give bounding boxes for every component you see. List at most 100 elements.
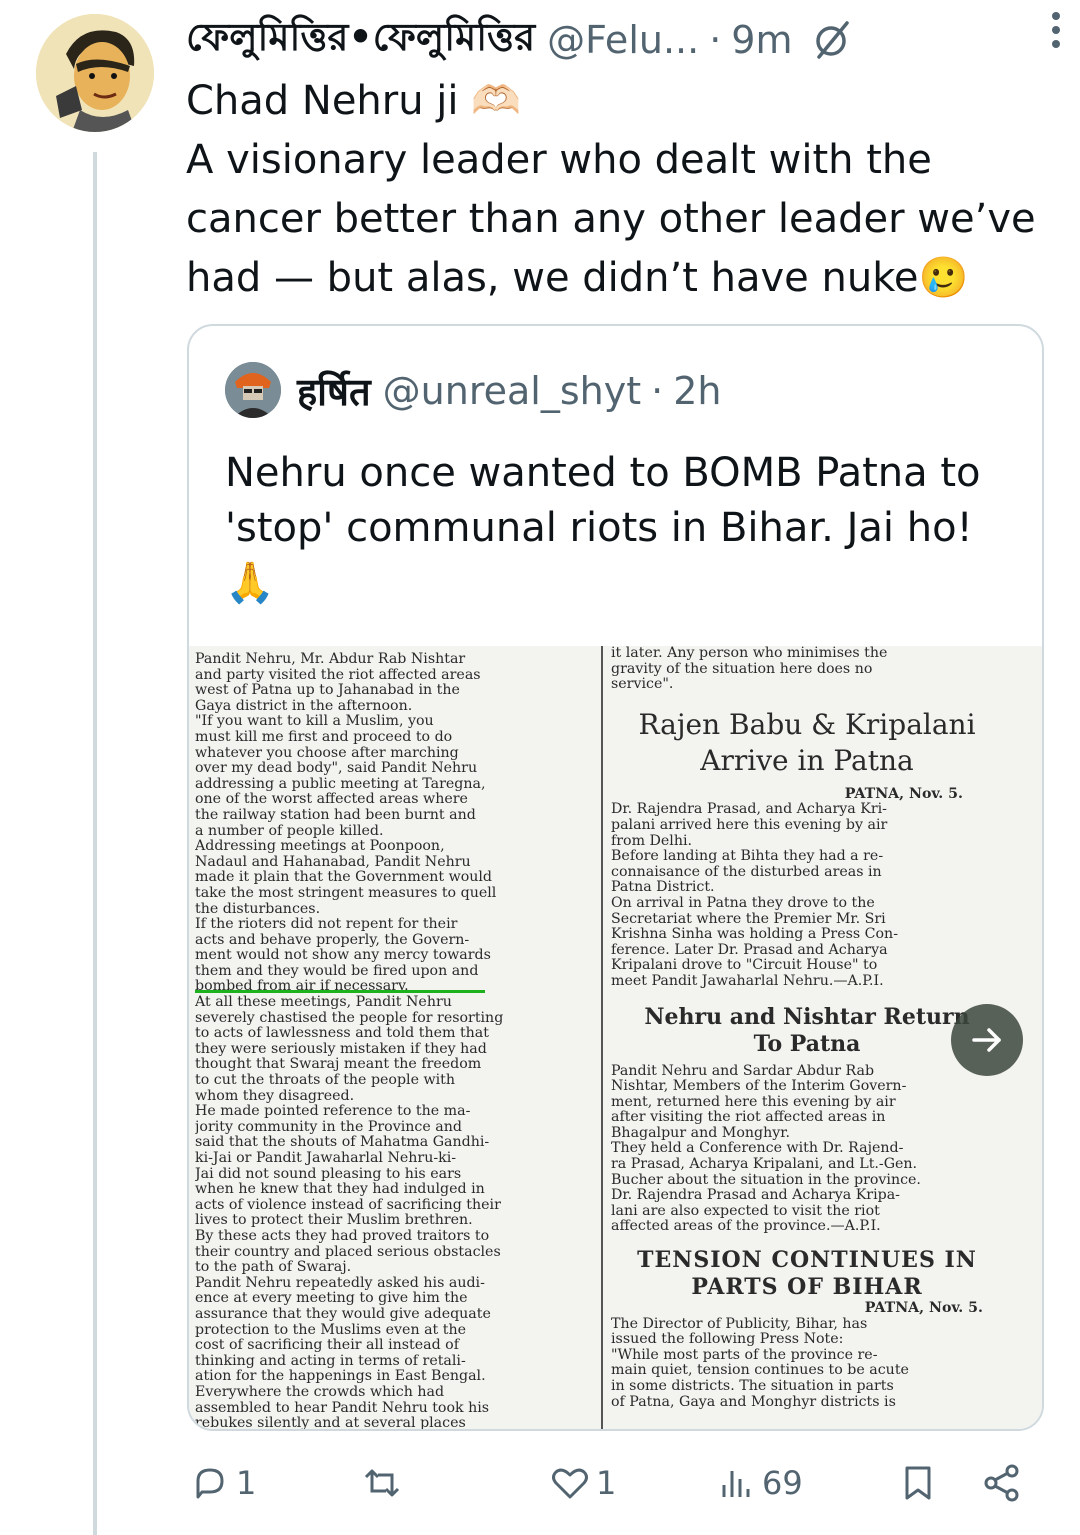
quoted-timestamp[interactable]: 2h <box>673 369 721 413</box>
newspaper-line: severely chastised the people for resort… <box>195 1010 504 1026</box>
quoted-line: 🙏 <box>225 560 275 606</box>
newspaper-line: ence at every meeting to give him the <box>195 1291 468 1307</box>
bookmark-button[interactable] <box>898 1458 938 1508</box>
share-button[interactable] <box>982 1458 1022 1508</box>
newspaper-line: Jai did not sound pleasing to his ears <box>195 1166 462 1182</box>
repost-icon <box>364 1469 400 1497</box>
newspaper-line: Nadaul and Hahanabad, Pandit Nehru <box>195 854 471 870</box>
newspaper-line: Dr. Rajendra Prasad, and Acharya Kri- <box>611 802 887 818</box>
newspaper-line: Pandit Nehru repeatedly asked his audi- <box>195 1275 485 1291</box>
like-count: 1 <box>596 1464 617 1502</box>
newspaper-line: take the most stringent measures to quel… <box>195 885 497 901</box>
newspaper-line: after visiting the riot affected areas i… <box>611 1110 886 1126</box>
newspaper-line: ation for the happenings in East Bengal. <box>195 1369 486 1385</box>
story-tension: The Director of Publicity, Bihar, has iss… <box>611 1317 1003 1411</box>
views-button[interactable]: 69 <box>716 1458 803 1508</box>
newspaper-line: it later. Any person who minimises the <box>611 646 888 661</box>
newspaper-line: Everywhere the crowds which had <box>195 1384 445 1400</box>
newspaper-line: issued the following Press Note: <box>611 1332 844 1348</box>
author-handle[interactable]: @Felu... <box>547 18 699 62</box>
newspaper-line: By these acts they had proved traitors t… <box>195 1228 490 1244</box>
newspaper-line: addressing a public meeting at Taregna, <box>195 776 486 792</box>
headline-rajen-babu: Rajen Babu & Kripalani <box>638 707 976 741</box>
reply-icon <box>196 1468 224 1499</box>
newspaper-line: them and they would be fired upon and <box>195 963 479 979</box>
newspaper-line: west of Patna up to Jahanabad in the <box>195 683 460 699</box>
newspaper-line: Kripalani drove to "Circuit House" to <box>611 958 878 974</box>
headline-nehru-nishtar-2: To Patna <box>753 1030 861 1057</box>
quoted-display-name[interactable]: हर्षित <box>297 365 371 417</box>
author-avatar[interactable] <box>36 14 154 132</box>
repost-button[interactable] <box>362 1458 408 1508</box>
newspaper-line: Bucher about the situation in the provin… <box>611 1172 921 1188</box>
newspaper-clipping-image[interactable]: Pandit Nehru, Mr. Abdur Rab Nishtar and p… <box>189 646 1042 1431</box>
newspaper-line: acts and behave properly, the Govern- <box>195 932 470 948</box>
highlight-underline <box>195 990 485 993</box>
separator-dot: · <box>709 18 722 62</box>
newspaper-line: one of the worst affected areas where <box>195 792 468 808</box>
next-image-button[interactable] <box>951 1004 1023 1076</box>
newspaper-line: meet Pandit Jawaharlal Nehru.—A.P.I. <box>611 973 884 989</box>
separator-dot: · <box>651 369 664 413</box>
reply-button[interactable]: 1 <box>190 1458 256 1508</box>
grok-icon[interactable] <box>811 19 853 61</box>
story-rajen-babu: Dr. Rajendra Prasad, and Acharya Kri-pal… <box>611 802 1003 989</box>
analytics-icon <box>722 1471 750 1497</box>
newspaper-line: Patna District. <box>611 880 715 896</box>
story-nehru-nishtar: Pandit Nehru and Sardar Abdur Rab Nishtar… <box>611 1064 1003 1236</box>
newspaper-line: said that the shouts of Mahatma Gandhi- <box>195 1135 490 1151</box>
newspaper-line: their country and placed serious obstacl… <box>195 1244 501 1260</box>
quoted-line: Nehru once wanted to BOMB Patna to <box>225 450 981 496</box>
newspaper-line: ference. Later Dr. Prasad and Acharya <box>611 942 888 958</box>
newspaper-line: Secretariat where the Premier Mr. Sri <box>611 911 886 927</box>
newspaper-line: They held a Conference with Dr. Rajend- <box>611 1141 904 1157</box>
quoted-line: 'stop' communal riots in Bihar. Jai ho! <box>225 505 973 551</box>
newspaper-line: ment would not show any mercy towards <box>195 948 491 964</box>
newspaper-line: The Director of Publicity, Bihar, has <box>611 1316 868 1332</box>
thread-connector-line <box>93 152 97 1535</box>
newspaper-line: affected areas of the province.—A.P.I. <box>611 1219 881 1235</box>
tweet-line: A visionary leader who dealt with the <box>186 137 932 183</box>
newspaper-line: palani arrived here this evening by air <box>611 817 888 833</box>
tweet-line: cancer better than any other leader we’v… <box>186 196 1036 242</box>
tweet-body: Chad Nehru ji 🫶🏻 A visionary leader who … <box>186 72 1066 308</box>
author-display-name[interactable]: ফেলুমিত্তির•ফেলুমিত্তির <box>186 8 535 72</box>
newspaper-line: whatever you choose after marching <box>195 745 459 761</box>
quoted-tweet-header: हर्षित @unreal_shyt · 2h <box>297 366 721 416</box>
quoted-tweet-card[interactable]: हर्षित @unreal_shyt · 2h Nehru once want… <box>187 324 1044 1431</box>
dateline: PATNA, Nov. 5. <box>844 786 963 802</box>
reply-count: 1 <box>236 1464 257 1502</box>
newspaper-line: to acts of lawlessness and told them tha… <box>195 1026 489 1042</box>
newspaper-line: to the path of Swaraj. <box>195 1260 352 1276</box>
newspaper-line: Gaya district in the afternoon. <box>195 698 413 714</box>
newspaper-line: acts of violence instead of sacrificing … <box>195 1197 501 1213</box>
newspaper-line: must kill me first and proceed to do <box>195 729 453 745</box>
tweet-timestamp[interactable]: 9m <box>731 18 792 62</box>
newspaper-line: when he knew that they had indulged in <box>195 1182 485 1198</box>
newspaper-left-column: Pandit Nehru, Mr. Abdur Rab Nishtar and p… <box>195 652 593 1431</box>
newspaper-line: gravity of the situation here does no <box>611 661 873 677</box>
newspaper-line: Dr. Rajendra Prasad and Acharya Kripa- <box>611 1188 900 1204</box>
newspaper-line: whom they disagreed. <box>195 1088 355 1104</box>
newspaper-line: Pandit Nehru, Mr. Abdur Rab Nishtar <box>195 652 466 667</box>
quoted-author-avatar[interactable] <box>225 362 281 418</box>
newspaper-line: Addressing meetings at Poonpoon, <box>195 839 445 855</box>
more-options-icon[interactable] <box>1046 8 1066 52</box>
arrow-right-icon <box>972 1028 1001 1052</box>
newspaper-line: assurance that they would give adequate <box>195 1306 491 1322</box>
quoted-handle[interactable]: @unreal_shyt <box>383 369 641 413</box>
dateline: PATNA, Nov. 5. <box>864 1301 983 1317</box>
newspaper-line: over my dead body", said Pandit Nehru <box>195 761 478 777</box>
newspaper-line: of Patna, Gaya and Monghyr districts is <box>611 1394 896 1410</box>
newspaper-line: made it plain that the Government would <box>195 870 493 886</box>
newspaper-line: rebukes silently and at several places <box>195 1416 466 1431</box>
like-button[interactable]: 1 <box>550 1458 616 1508</box>
newspaper-line: in some districts. The situation in part… <box>611 1379 894 1394</box>
view-count: 69 <box>762 1464 803 1502</box>
newspaper-line: lives to protect their Muslim brethren. <box>195 1213 473 1229</box>
tweet-line: Chad Nehru ji 🫶🏻 <box>186 78 522 124</box>
newspaper-line: On arrival in Patna they drove to the <box>611 895 875 911</box>
newspaper-line: At all these meetings, Pandit Nehru <box>195 995 452 1011</box>
newspaper-line: Krishna Sinha was holding a Press Con- <box>611 927 898 943</box>
newspaper-line: thought that Swaraj meant the freedom <box>195 1057 482 1073</box>
